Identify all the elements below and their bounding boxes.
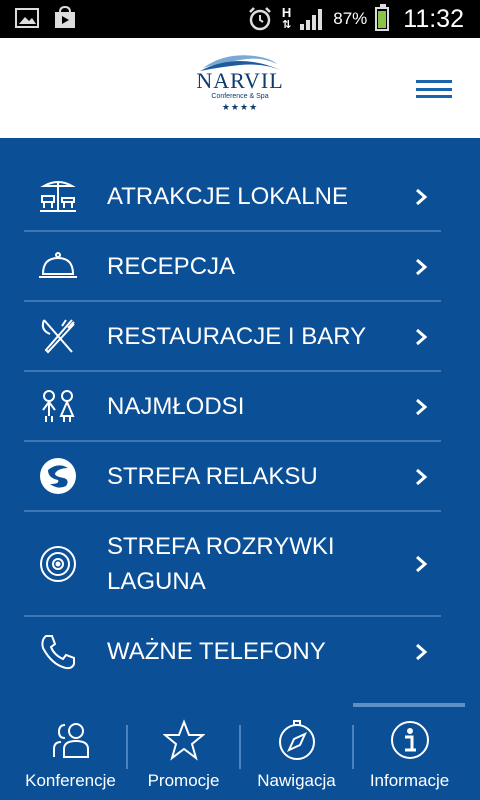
gallery-notification-icon bbox=[15, 8, 39, 28]
clock: 11:32 bbox=[403, 4, 464, 33]
menu-item-label: RESTAURACJE I BARY bbox=[107, 323, 367, 350]
chevron-right-icon bbox=[416, 643, 427, 661]
logo-stars: ★★★★ bbox=[221, 102, 259, 112]
logo-subtitle: Conference & Spa bbox=[211, 93, 269, 100]
logo-name: NARVIL bbox=[196, 68, 284, 93]
spa-stones-icon bbox=[40, 458, 76, 494]
chevron-right-icon bbox=[416, 468, 427, 486]
menu-item-strefa-rozrywki[interactable]: STREFA ROZRYWKI LAGUNA bbox=[24, 512, 441, 617]
tab-label: Konferencje bbox=[25, 771, 116, 790]
menu-item-restauracje[interactable]: RESTAURACJE I BARY bbox=[24, 302, 441, 372]
chevron-right-icon bbox=[416, 258, 427, 276]
chevron-right-icon bbox=[416, 188, 427, 206]
phone-icon bbox=[41, 635, 75, 670]
menu-item-label-line2: LAGUNA bbox=[107, 568, 206, 595]
chevron-right-icon bbox=[416, 328, 427, 346]
signal-icon bbox=[300, 9, 323, 30]
tab-nawigacja[interactable]: Nawigacja bbox=[240, 703, 353, 800]
network-type-indicator: H ⇅ bbox=[281, 5, 292, 31]
menu-item-label: STREFA RELAKSU bbox=[107, 463, 318, 490]
bottom-navigation: Konferencje Promocje Nawigacja Informacj… bbox=[0, 703, 480, 800]
menu-item-label-line1: STREFA ROZRYWKI bbox=[107, 533, 335, 560]
hamburger-menu-button[interactable] bbox=[416, 80, 452, 98]
logo[interactable]: NARVIL Conference & Spa ★★★★ bbox=[190, 50, 290, 130]
tab-label: Promocje bbox=[147, 771, 220, 790]
menu-item-najmlodsi[interactable]: NAJMŁODSI bbox=[24, 372, 441, 442]
menu-item-recepcja[interactable]: RECEPCJA bbox=[24, 232, 441, 302]
chevron-right-icon bbox=[416, 555, 427, 573]
menu-item-label: NAJMŁODSI bbox=[107, 393, 245, 420]
battery-percent: 87% bbox=[333, 9, 368, 28]
beach-umbrella-icon bbox=[40, 181, 76, 212]
store-notification-icon bbox=[55, 6, 75, 28]
children-icon bbox=[42, 390, 75, 422]
alarm-icon bbox=[248, 7, 271, 31]
chevron-right-icon bbox=[416, 398, 427, 416]
battery-icon bbox=[375, 4, 390, 31]
compass-icon bbox=[279, 720, 315, 760]
info-menu-list: ATRAKCJE LOKALNE RECEPCJA RESTAURACJE I … bbox=[24, 162, 441, 687]
menu-item-atrakcje[interactable]: ATRAKCJE LOKALNE bbox=[24, 162, 441, 232]
tab-informacje[interactable]: Informacje bbox=[353, 703, 466, 800]
fork-knife-icon bbox=[41, 319, 75, 354]
menu-item-wazne-telefony[interactable]: WAŻNE TELEFONY bbox=[24, 617, 441, 687]
menu-item-strefa-relaksu[interactable]: STREFA RELAKSU bbox=[24, 442, 441, 512]
info-icon bbox=[391, 721, 429, 759]
tab-konferencje[interactable]: Konferencje bbox=[14, 703, 127, 800]
app-header: NARVIL Conference & Spa ★★★★ bbox=[0, 38, 480, 138]
tab-label: Nawigacja bbox=[257, 771, 336, 790]
target-icon bbox=[40, 546, 76, 582]
star-icon bbox=[163, 719, 205, 761]
menu-item-label: ATRAKCJE LOKALNE bbox=[107, 183, 348, 210]
menu-item-label: RECEPCJA bbox=[107, 253, 236, 280]
users-icon bbox=[53, 723, 89, 758]
cloche-icon bbox=[39, 252, 77, 278]
status-bar: H ⇅ 87% 11:32 bbox=[0, 0, 480, 38]
tab-label: Informacje bbox=[369, 771, 450, 790]
menu-item-label: WAŻNE TELEFONY bbox=[107, 638, 326, 665]
tab-promocje[interactable]: Promocje bbox=[127, 703, 240, 800]
